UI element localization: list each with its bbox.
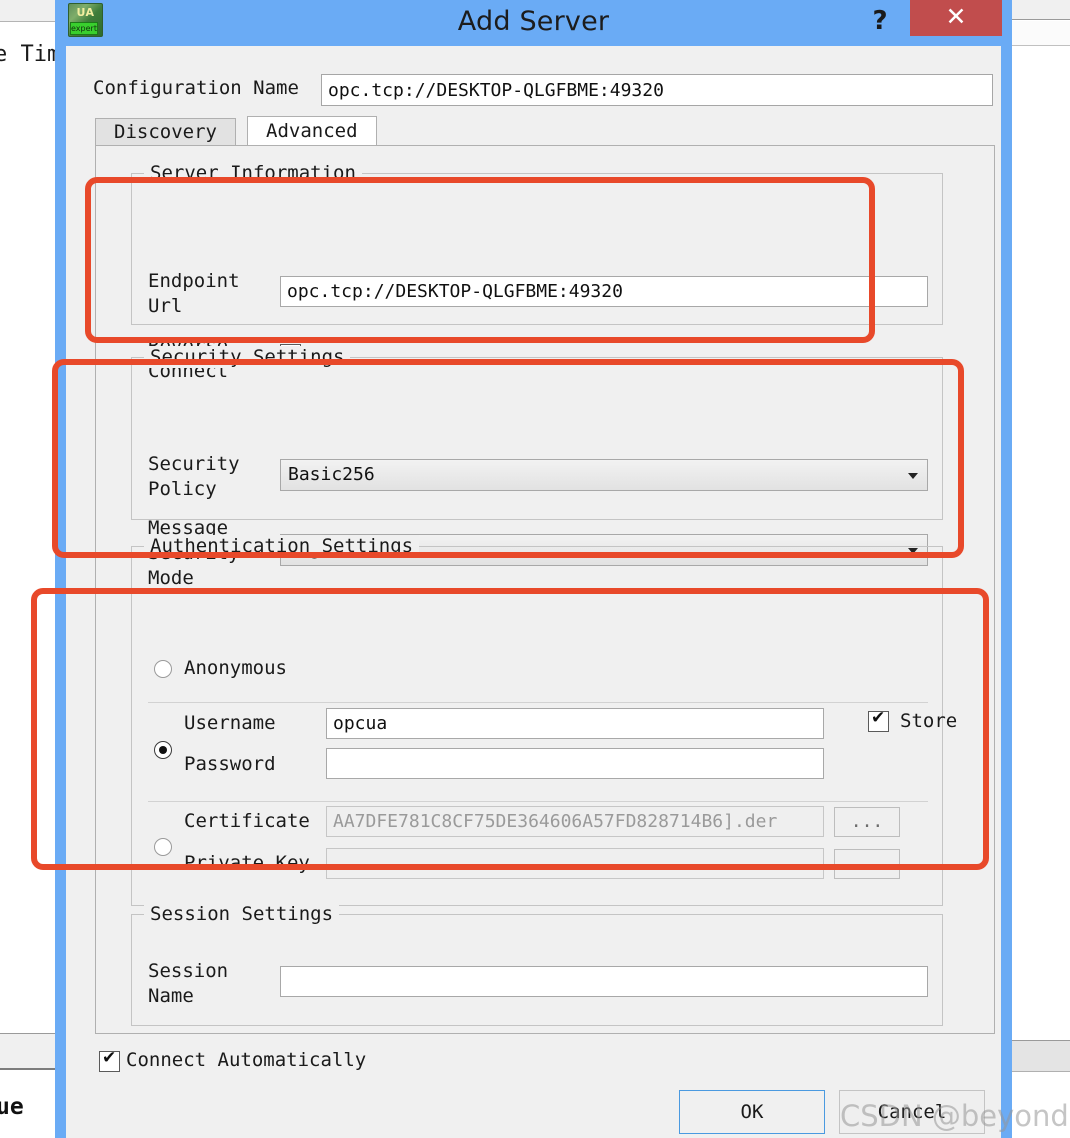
background-right-strip-4 bbox=[1012, 1041, 1070, 1071]
certificate-input[interactable] bbox=[326, 806, 824, 837]
add-server-dialog: UA expert Add Server ? ✕ Configuration N… bbox=[55, 0, 1012, 1138]
connect-automatically-checkbox[interactable] bbox=[99, 1048, 120, 1072]
tab-strip: Discovery Advanced bbox=[95, 116, 995, 146]
private-key-input[interactable] bbox=[326, 848, 824, 879]
private-key-browse-button[interactable]: ... bbox=[834, 849, 900, 879]
close-button[interactable]: ✕ bbox=[910, 0, 1002, 36]
close-icon: ✕ bbox=[945, 2, 967, 31]
dialog-titlebar[interactable]: UA expert Add Server ? ✕ bbox=[55, 0, 1012, 46]
advanced-tab-pane: Server Information Endpoint Url Reverse … bbox=[95, 145, 995, 1034]
ok-button[interactable]: OK bbox=[679, 1090, 825, 1134]
background-top-text: e Tim bbox=[0, 42, 61, 67]
background-right-strip-1 bbox=[1012, 0, 1070, 20]
session-settings-title: Session Settings bbox=[144, 903, 340, 925]
endpoint-url-label: Endpoint Url bbox=[148, 270, 240, 317]
background-divider-b bbox=[0, 1068, 60, 1070]
endpoint-url-input[interactable] bbox=[280, 276, 928, 307]
security-policy-combobox[interactable]: Basic256 bbox=[280, 459, 928, 491]
tab-advanced[interactable]: Advanced bbox=[247, 116, 377, 146]
tab-discovery[interactable]: Discovery bbox=[95, 118, 236, 146]
auth-divider-1 bbox=[148, 702, 928, 703]
store-checkbox[interactable] bbox=[868, 708, 889, 732]
password-input[interactable] bbox=[326, 748, 824, 779]
cancel-button[interactable]: Cancel bbox=[839, 1090, 985, 1134]
configuration-name-input[interactable] bbox=[321, 74, 993, 106]
chevron-down-icon bbox=[908, 473, 918, 479]
session-name-input[interactable] bbox=[280, 966, 928, 997]
authentication-settings-title: Authentication Settings bbox=[144, 535, 420, 557]
background-left-header-strip bbox=[0, 0, 60, 22]
screenshot-root: e Tim ue UA expert Add Server ? ✕ Config… bbox=[0, 0, 1070, 1138]
password-label: Password bbox=[184, 753, 276, 775]
security-policy-label: Security Policy bbox=[148, 453, 240, 500]
background-right-panel bbox=[1012, 0, 1070, 1138]
dialog-content: Configuration Name Discovery Advanced Se… bbox=[66, 46, 1001, 1138]
anonymous-label: Anonymous bbox=[184, 657, 287, 679]
anonymous-radio[interactable] bbox=[154, 660, 172, 678]
background-right-strip-5 bbox=[1012, 1071, 1070, 1072]
certificate-radio[interactable] bbox=[154, 838, 172, 856]
username-label: Username bbox=[184, 712, 276, 734]
configuration-name-label: Configuration Name bbox=[93, 77, 299, 99]
configuration-name-row: Configuration Name bbox=[93, 74, 993, 106]
session-name-label: Session Name bbox=[148, 960, 229, 1007]
background-row-strip bbox=[0, 1034, 60, 1068]
username-input[interactable] bbox=[326, 708, 824, 739]
server-information-title: Server Information bbox=[144, 162, 362, 184]
store-label: Store bbox=[900, 710, 958, 732]
certificate-label: Certificate bbox=[184, 810, 310, 832]
background-right-strip-2 bbox=[1012, 21, 1070, 46]
certificate-browse-button[interactable]: ... bbox=[834, 807, 900, 837]
background-bottom-text: ue bbox=[0, 1094, 24, 1120]
help-button[interactable]: ? bbox=[865, 2, 895, 42]
auth-divider-2 bbox=[148, 801, 928, 802]
security-settings-title: Security Settings bbox=[144, 346, 351, 368]
security-policy-value: Basic256 bbox=[288, 464, 375, 485]
background-left-panel bbox=[0, 0, 60, 1138]
private-key-label: Private Key bbox=[184, 852, 310, 874]
username-password-radio[interactable] bbox=[154, 741, 172, 759]
connect-automatically-label: Connect Automatically bbox=[126, 1049, 367, 1071]
